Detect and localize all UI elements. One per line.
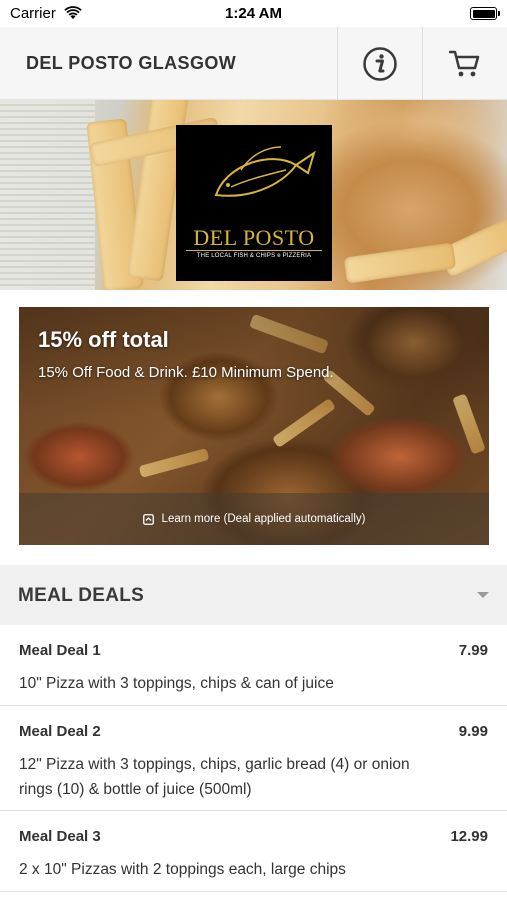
item-name: Meal Deal 3 — [19, 828, 101, 845]
hero-banner: DEL POSTO THE LOCAL FISH & CHIPS e PIZZE… — [0, 100, 507, 290]
promo-card[interactable]: 15% off total 15% Off Food & Drink. £10 … — [19, 307, 489, 545]
status-time: 1:24 AM — [225, 5, 282, 22]
cart-button[interactable] — [422, 27, 507, 100]
item-description: 10" Pizza with 3 toppings, chips & can o… — [19, 675, 334, 692]
learn-more-label: Learn more (Deal applied automatically) — [161, 513, 366, 525]
info-button[interactable] — [337, 27, 422, 100]
cart-icon — [449, 50, 480, 76]
item-price: 9.99 — [458, 723, 488, 740]
logo-tagline: THE LOCAL FISH & CHIPS e PIZZERIA — [196, 253, 312, 259]
item-price: 7.99 — [458, 642, 488, 659]
status-bar: Carrier 1:24 AM — [0, 0, 507, 27]
page-title: DEL POSTO GLASGOW — [26, 53, 237, 73]
app-header: DEL POSTO GLASGOW — [0, 27, 507, 100]
section-title: MEAL DEALS — [18, 585, 145, 606]
newspaper-texture — [0, 100, 95, 290]
item-price: 12.99 — [450, 828, 488, 845]
menu-item[interactable]: Meal Deal 1 7.99 10" Pizza with 3 toppin… — [0, 625, 507, 706]
restaurant-logo: DEL POSTO THE LOCAL FISH & CHIPS e PIZZE… — [176, 125, 332, 281]
info-icon — [363, 46, 397, 81]
battery-icon — [470, 7, 500, 20]
item-description: 12" Pizza with 3 toppings, chips, garlic… — [19, 756, 410, 798]
menu-section-header[interactable]: MEAL DEALS — [0, 565, 507, 625]
chevron-down-icon — [477, 592, 489, 598]
fish-logo-icon — [214, 146, 316, 197]
item-name: Meal Deal 2 — [19, 723, 101, 740]
fry — [343, 242, 457, 284]
item-name: Meal Deal 1 — [19, 642, 101, 659]
menu-item[interactable]: Meal Deal 3 12.99 2 x 10" Pizzas with 2 … — [0, 811, 507, 892]
menu-item[interactable]: Meal Deal 2 9.99 12" Pizza with 3 toppin… — [0, 706, 507, 811]
logo-name: DEL POSTO — [193, 225, 315, 250]
promo-title: 15% off total — [38, 327, 169, 352]
promo-description: 15% Off Food & Drink. £10 Minimum Spend. — [38, 364, 334, 381]
expand-icon — [142, 513, 154, 525]
learn-more-link[interactable]: Learn more (Deal applied automatically) — [19, 493, 489, 545]
item-description: 2 x 10" Pizzas with 2 toppings each, lar… — [19, 861, 346, 878]
logo-divider — [186, 250, 322, 251]
